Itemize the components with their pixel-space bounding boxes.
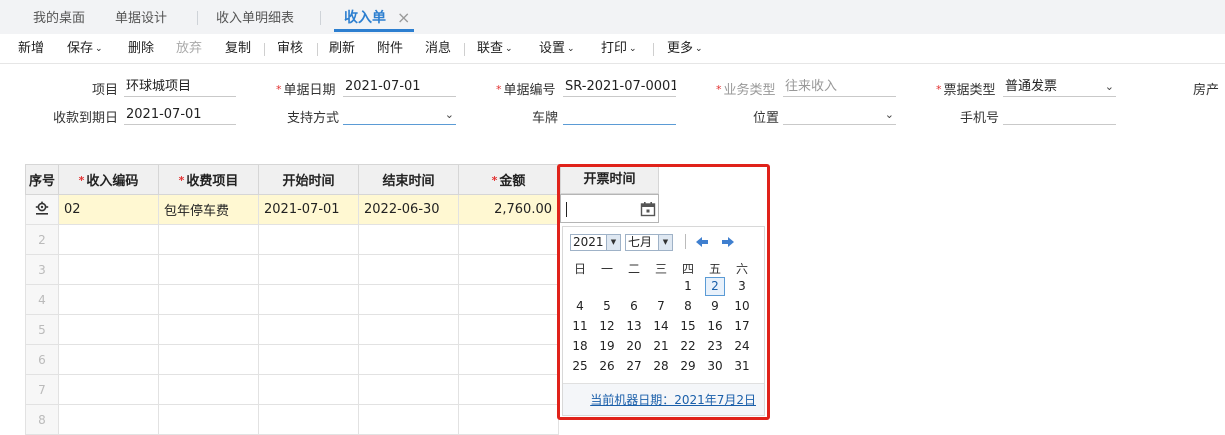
- chevron-down-icon: ⌄: [629, 44, 637, 54]
- table-row[interactable]: 5: [25, 314, 559, 345]
- chevron-down-icon: ⌄: [695, 44, 703, 54]
- row-number: 6: [25, 344, 59, 375]
- toolbar-divider: [264, 43, 265, 56]
- discard-button[interactable]: 放弃: [176, 34, 202, 64]
- message-button[interactable]: 消息: [425, 34, 451, 64]
- audit-button[interactable]: 审核: [277, 34, 303, 64]
- gear-icon: [35, 201, 49, 215]
- cell-code[interactable]: 02: [58, 194, 159, 225]
- table-row[interactable]: 7: [25, 374, 559, 405]
- toolbar-divider: [653, 43, 654, 56]
- biz-type-label: * 业务类型: [716, 83, 776, 98]
- print-label: 打印: [601, 41, 628, 56]
- refresh-button[interactable]: 刷新: [329, 34, 355, 64]
- pay-method-select[interactable]: ⌄: [343, 105, 456, 125]
- row-number: 2: [25, 224, 59, 255]
- cell-item[interactable]: 包年停车费: [158, 194, 259, 225]
- bill-type-select[interactable]: 普通发票 ⌄: [1003, 77, 1116, 97]
- attachment-button[interactable]: 附件: [377, 34, 403, 64]
- detail-grid: 序号 *收入编码 *收费项目 开始时间 结束时间 *金额 02 包年停车费: [25, 164, 559, 435]
- pay-method-label: 支持方式: [287, 111, 340, 126]
- settings-button[interactable]: 设置 ⌄: [539, 34, 575, 65]
- doc-date-field[interactable]: 2021-07-01: [343, 77, 456, 97]
- settings-label: 设置: [539, 41, 566, 56]
- toolbar: 新增 保存 ⌄ 删除 放弃 复制 审核 刷新 附件 消息 联查 ⌄ 设置 ⌄ 打印 ⌄ …: [0, 34, 1225, 64]
- chevron-down-icon: ⌄: [444, 108, 454, 121]
- phone-field[interactable]: [1003, 105, 1116, 125]
- phone-label: 手机号: [960, 111, 1000, 126]
- table-row[interactable]: 2: [25, 224, 559, 255]
- tab-form-design[interactable]: 单据设计: [115, 0, 167, 34]
- row-number: 4: [25, 284, 59, 315]
- due-date-field[interactable]: 2021-07-01: [124, 105, 236, 125]
- toolbar-divider: [317, 43, 318, 56]
- row-settings-icon[interactable]: [25, 194, 59, 225]
- column-header-item[interactable]: * 收费项目: [158, 164, 259, 195]
- column-header-start[interactable]: 开始时间: [258, 164, 359, 195]
- toolbar-divider: [464, 43, 465, 56]
- table-row[interactable]: 4: [25, 284, 559, 315]
- column-header-no: 序号: [25, 164, 59, 195]
- row-number: 5: [25, 314, 59, 345]
- save-button[interactable]: 保存 ⌄: [67, 34, 103, 65]
- copy-button[interactable]: 复制: [225, 34, 251, 64]
- row-number: 3: [25, 254, 59, 285]
- tab-bar: 我的桌面 单据设计 收入单明细表 收入单 ×: [0, 0, 1225, 34]
- column-header-amount[interactable]: * 金额: [458, 164, 559, 195]
- new-button[interactable]: 新增: [18, 34, 44, 64]
- bill-type-label: * 票据类型: [936, 83, 996, 98]
- link-query-label: 联查: [477, 41, 504, 56]
- cell-start[interactable]: 2021-07-01: [258, 194, 359, 225]
- bill-type-value: 普通发票: [1005, 79, 1058, 94]
- position-label: 位置: [753, 111, 780, 126]
- plate-field[interactable]: [563, 105, 676, 125]
- doc-no-label: * 单据编号: [496, 83, 556, 98]
- position-select[interactable]: ⌄: [783, 105, 896, 125]
- column-header-end[interactable]: 结束时间: [358, 164, 459, 195]
- print-button[interactable]: 打印 ⌄: [601, 34, 637, 65]
- link-query-button[interactable]: 联查 ⌄: [477, 34, 513, 65]
- table-row[interactable]: 6: [25, 344, 559, 375]
- chevron-down-icon: ⌄: [1104, 80, 1114, 93]
- chevron-down-icon: ⌄: [884, 108, 894, 121]
- table-row[interactable]: 02 包年停车费 2021-07-01 2022-06-30 2,760.00: [25, 194, 559, 225]
- project-label: 项目: [92, 83, 119, 98]
- table-row[interactable]: 3: [25, 254, 559, 285]
- tab-divider: [320, 11, 321, 25]
- project-field[interactable]: 环球城项目: [124, 77, 236, 97]
- chevron-down-icon: ⌄: [95, 44, 103, 54]
- tab-income-doc[interactable]: 收入单: [334, 0, 414, 34]
- save-label: 保存: [67, 41, 94, 56]
- row-number: 7: [25, 374, 59, 405]
- delete-button[interactable]: 删除: [128, 34, 154, 64]
- tab-my-desktop[interactable]: 我的桌面: [33, 0, 85, 34]
- chevron-down-icon: ⌄: [505, 44, 513, 54]
- close-tab-icon[interactable]: ×: [397, 0, 410, 36]
- cell-end[interactable]: 2022-06-30: [358, 194, 459, 225]
- chevron-down-icon: ⌄: [567, 44, 575, 54]
- tab-income-detail[interactable]: 收入单明细表: [216, 0, 294, 34]
- biz-type-field[interactable]: 往来收入: [783, 77, 896, 97]
- highlight-frame: [557, 164, 770, 420]
- more-button[interactable]: 更多 ⌄: [667, 34, 703, 65]
- cell-amount[interactable]: 2,760.00: [458, 194, 559, 225]
- house-label: 房产: [1193, 83, 1220, 98]
- more-label: 更多: [667, 41, 694, 56]
- doc-no-field[interactable]: SR-2021-07-0001: [563, 77, 676, 97]
- plate-label: 车牌: [532, 111, 559, 126]
- column-header-code[interactable]: * 收入编码: [58, 164, 159, 195]
- doc-date-label: * 单据日期: [276, 83, 336, 98]
- due-date-label: 收款到期日: [53, 111, 119, 126]
- tab-divider: [197, 11, 198, 25]
